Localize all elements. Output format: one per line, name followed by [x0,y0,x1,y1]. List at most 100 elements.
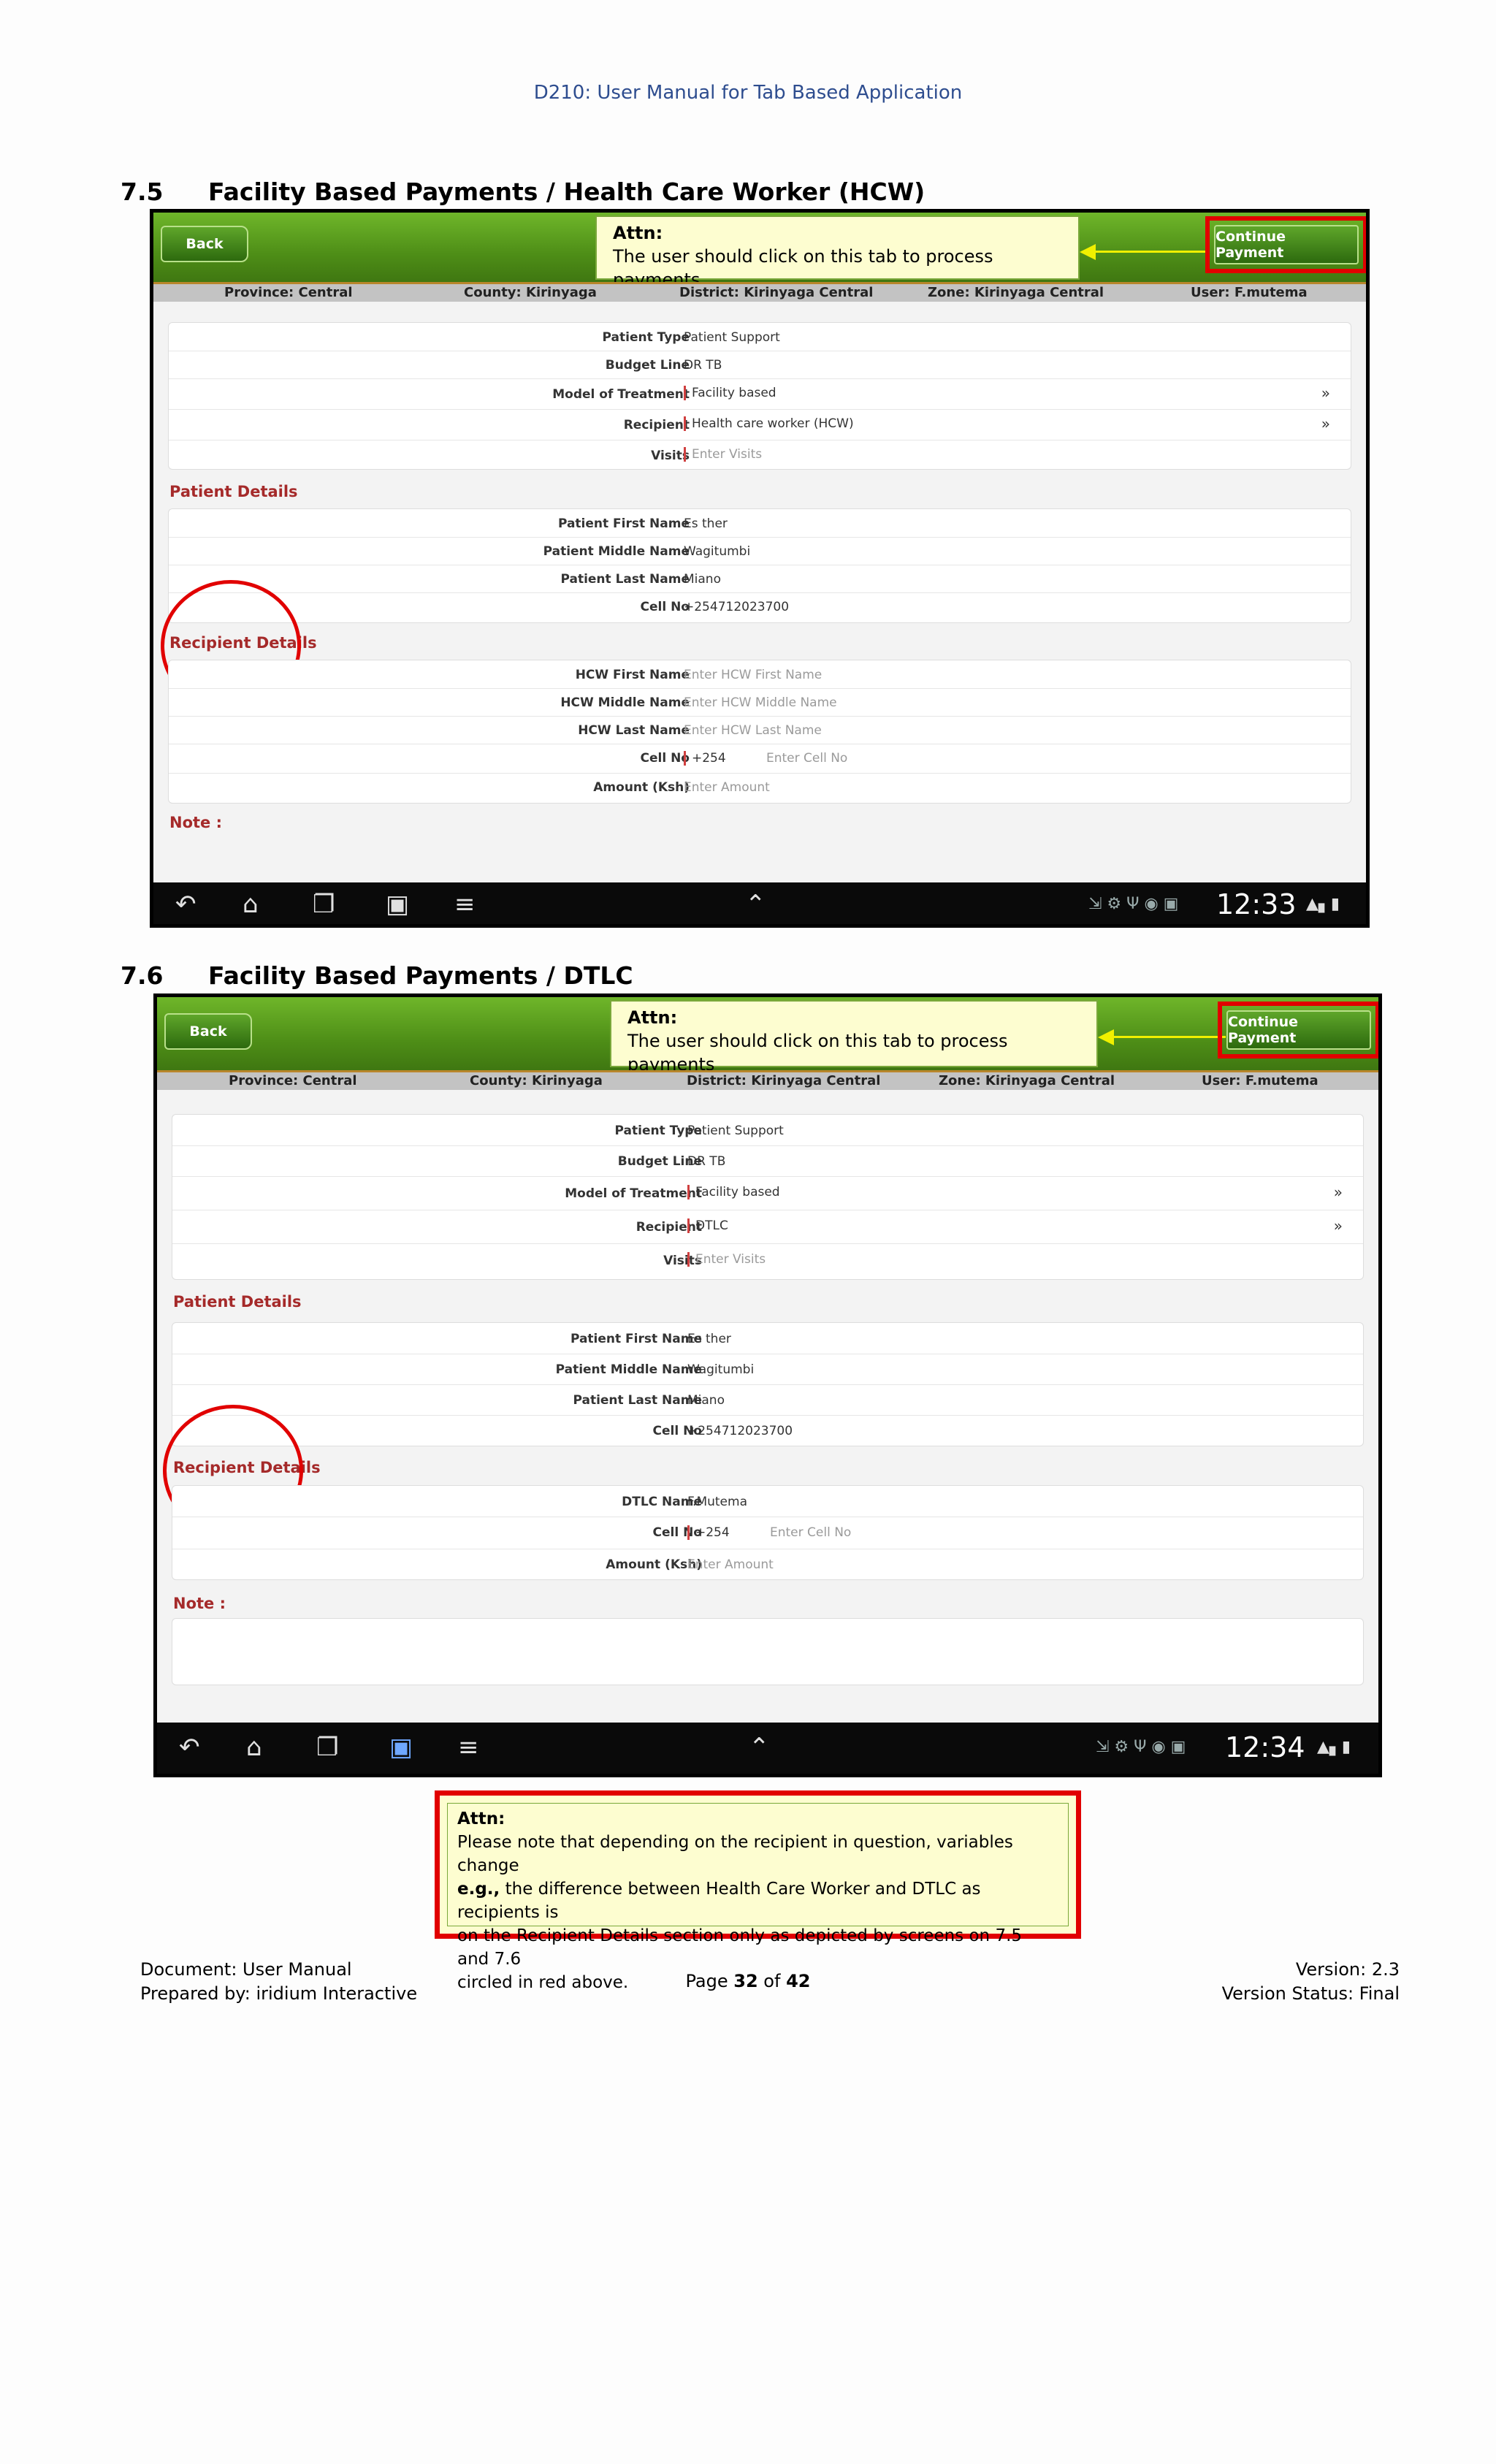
cell-prefix: +254 [687,1525,730,1540]
section-title: Facility Based Payments / DTLC [208,961,633,990]
patient-details-panel: Patient First Name Es ther Patient Middl… [172,1322,1364,1446]
field-label: HCW First Name [575,668,690,682]
field-label: Model of Treatment [565,1186,702,1201]
document-title: D210: User Manual for Tab Based Applicat… [533,82,963,104]
footer-right: Version: 2.3 Version Status: Final [1222,1958,1400,2006]
zone-label: Zone: Kirinyaga Central [928,285,1104,300]
form-row: Patient Type Patient Support [169,323,1351,351]
cell-no-input[interactable]: Enter Cell No [766,751,847,766]
amount-input[interactable]: Enter Amount [684,780,770,795]
form-row: Patient Middle Name Wagitumbi [169,537,1351,565]
payment-form: Patient Type Patient Support Budget Line… [172,1114,1364,1280]
form-row[interactable]: Visits Enter Visits [169,440,1351,469]
form-row: Patient First Name Es ther [169,509,1351,538]
form-row[interactable]: HCW Last Name Enter HCW Last Name [169,716,1351,744]
field-label: Budget Line [605,358,690,373]
attn-line: Please note that depending on the recipi… [457,1833,1013,1875]
continue-highlight: Continue Payment [1218,1002,1378,1059]
chevron-up-icon[interactable]: ⌃ [745,890,766,919]
section-heading: 7.5 Facility Based Payments / Health Care… [121,178,925,206]
model-of-treatment-select[interactable]: Facility based [687,1185,780,1199]
patient-cell-no-value: +254712023700 [684,600,790,614]
amount-input[interactable]: Enter Amount [687,1557,774,1572]
field-label: Patient Last Name [560,572,690,587]
back-icon[interactable]: ↶ [175,890,196,919]
note-textarea[interactable] [172,1618,1364,1685]
form-row[interactable]: HCW First Name Enter HCW First Name [169,660,1351,689]
double-chevron-down-icon[interactable]: » [1334,1183,1343,1201]
app-top-bar: Back Attn: The user should click on this… [153,213,1366,290]
status-clock: 12:33 [1216,888,1297,920]
form-row[interactable]: Visits Enter Visits [172,1243,1363,1278]
arrow-line [1092,251,1209,253]
form-row[interactable]: Model of Treatment Facility based » [172,1176,1363,1210]
screenshot-icon[interactable]: ▣ [386,890,409,919]
form-row[interactable]: Cell No +254 Enter Cell No [169,744,1351,774]
patient-last-name-value: Miano [687,1393,725,1408]
zone-label: Zone: Kirinyaga Central [939,1073,1115,1088]
user-label: User: F.mutema [1202,1073,1318,1088]
hcw-last-name-input[interactable]: Enter HCW Last Name [684,723,822,738]
attn-eg: e.g., [457,1880,500,1899]
continue-payment-button[interactable]: Continue Payment [1226,1010,1371,1050]
menu-icon[interactable]: ≡ [458,1733,479,1762]
hcw-first-name-input[interactable]: Enter HCW First Name [684,668,822,682]
footer-version: Version: 2.3 [1295,1959,1400,1980]
form-row: Patient Last Name Miano [169,565,1351,593]
district-label: District: Kirinyaga Central [679,285,874,300]
note-label: Note : [173,1595,226,1612]
continue-payment-button[interactable]: Continue Payment [1214,225,1359,264]
attn-text: The user should click on this tab to pro… [627,1031,1008,1075]
field-label: Patient Middle Name [543,544,690,559]
screenshot-icon[interactable]: ▣ [389,1733,413,1762]
visits-input[interactable]: Enter Visits [684,447,762,462]
recipient-details-panel: HCW First Name Enter HCW First Name HCW … [168,660,1351,804]
field-label: Model of Treatment [552,387,690,402]
form-row[interactable]: Recipient Health care worker (HCW) » [169,409,1351,440]
recipient-details-panel: DTLC Name F.Mutema Cell No +254 Enter Ce… [172,1485,1364,1580]
visits-input[interactable]: Enter Visits [687,1252,766,1267]
back-button[interactable]: Back [161,226,248,262]
android-nav-bar: ↶ ⌂ ❐ ▣ ≡ ⌃ ⇲ ⚙ Ψ ◉ ▣ 12:33 ▲▖▮ [153,882,1366,924]
county-label: County: Kirinyaga [464,285,597,300]
form-row[interactable]: Amount (Ksh) Enter Amount [172,1549,1363,1579]
menu-icon[interactable]: ≡ [454,890,476,919]
status-clock: 12:34 [1225,1731,1305,1763]
screenshot-hcw: Back Attn: The user should click on this… [150,209,1370,928]
field-label: Recipient [623,418,690,432]
form-row[interactable]: Amount (Ksh) Enter Amount [169,773,1351,802]
form-row: Budget Line DR TB [172,1145,1363,1177]
hcw-middle-name-input[interactable]: Enter HCW Middle Name [684,695,837,710]
dtlc-name-value: F.Mutema [687,1495,747,1509]
form-row[interactable]: Model of Treatment Facility based » [169,378,1351,410]
double-chevron-down-icon[interactable]: » [1321,384,1330,402]
form-row[interactable]: Cell No +254 Enter Cell No [172,1517,1363,1549]
double-chevron-down-icon[interactable]: » [1321,415,1330,432]
bottom-attn-note: Attn: Please note that depending on the … [435,1790,1081,1992]
home-icon[interactable]: ⌂ [246,1733,262,1762]
recipient-select[interactable]: DTLC [687,1218,728,1233]
payment-form: Patient Type Patient Support Budget Line… [168,322,1351,470]
chevron-up-icon[interactable]: ⌃ [749,1733,770,1762]
back-icon[interactable]: ↶ [179,1733,200,1762]
recipient-select[interactable]: Health care worker (HCW) [684,416,854,431]
field-label: Patient Type [602,330,690,345]
model-of-treatment-select[interactable]: Facility based [684,386,776,400]
cell-no-input[interactable]: Enter Cell No [770,1525,851,1540]
back-button[interactable]: Back [164,1013,252,1050]
form-row[interactable]: HCW Middle Name Enter HCW Middle Name [169,688,1351,717]
budget-line-value: DR TB [684,358,722,373]
patient-cell-no-value: +254712023700 [687,1424,793,1438]
form-row: Cell No +254712023700 [169,592,1351,622]
form-row[interactable]: Recipient DTLC » [172,1210,1363,1244]
field-label: Patient First Name [570,1332,702,1346]
field-label: Cell No [640,751,690,766]
patient-details-panel: Patient First Name Es ther Patient Middl… [168,508,1351,623]
home-icon[interactable]: ⌂ [243,890,259,919]
recent-apps-icon[interactable]: ❐ [316,1733,338,1762]
recent-apps-icon[interactable]: ❐ [313,890,335,919]
field-label: HCW Last Name [578,723,690,738]
attn-title: Attn: [627,1007,678,1028]
double-chevron-down-icon[interactable]: » [1334,1217,1343,1235]
field-label: Patient Last Name [573,1393,702,1408]
